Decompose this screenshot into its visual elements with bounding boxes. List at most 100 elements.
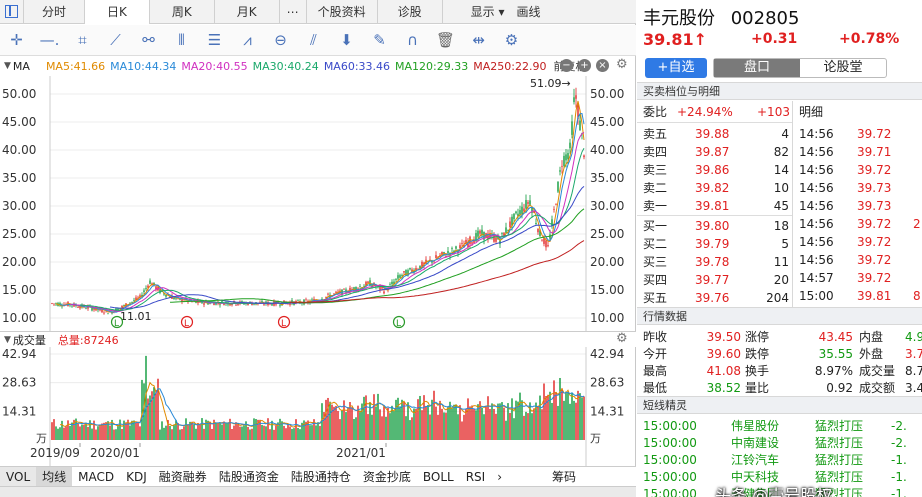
- ind-rsi[interactable]: RSI: [460, 467, 492, 487]
- candle-body: [97, 309, 99, 311]
- quote-value: 0.92: [826, 381, 853, 395]
- volume-bar: [573, 400, 575, 440]
- volume-bar: [405, 416, 407, 440]
- tick-time: 14:56: [799, 163, 834, 177]
- crosshair-icon[interactable]: ✛: [0, 31, 33, 49]
- volume-bar: [225, 422, 227, 440]
- volume-bar: [559, 377, 561, 440]
- price-change: +0.31: [751, 31, 798, 47]
- volume-bar: [465, 408, 467, 440]
- fan-icon[interactable]: ⟋: [99, 31, 132, 49]
- settings-icon[interactable]: ⚙: [495, 31, 528, 49]
- volume-bar: [109, 425, 111, 440]
- volume-bar: [265, 426, 267, 440]
- wave-icon[interactable]: ⩘: [231, 31, 264, 49]
- candle-body: [145, 288, 147, 289]
- volume-bar: [383, 406, 385, 440]
- volume-bar: [91, 428, 93, 440]
- volume-chart[interactable]: 42.94 42.9428.63 28.6314.31 14.31万 万2019/09 2…: [0, 347, 636, 466]
- tab-stock-profile[interactable]: 个股资料: [307, 0, 378, 24]
- magnet-icon[interactable]: ∩: [396, 31, 429, 49]
- ma-toggle-icon[interactable]: ▼: [4, 61, 11, 71]
- gear-icon[interactable]: ⚙: [616, 57, 628, 72]
- ind-hk-flow[interactable]: 陆股通资金: [213, 467, 285, 487]
- quote-label: 跌停: [745, 347, 770, 361]
- price-axis-label: 35.00: [2, 171, 36, 185]
- ind-ma[interactable]: 均线: [36, 466, 73, 487]
- ind-vol[interactable]: VOL: [0, 466, 37, 487]
- parallel-icon[interactable]: ⫴: [165, 31, 198, 49]
- circle-icon[interactable]: ⊖: [264, 31, 297, 49]
- ind-macd[interactable]: MACD: [72, 467, 120, 487]
- minus-button[interactable]: −: [560, 59, 573, 72]
- resize-icon[interactable]: ⇹: [462, 31, 495, 49]
- candle-body: [545, 240, 547, 248]
- tab-daily-k[interactable]: 日K: [85, 0, 150, 24]
- quote-value: 35.55: [818, 347, 853, 361]
- volume-axis-label-right: 42.94: [590, 347, 624, 361]
- tab-weekly-k[interactable]: 周K: [150, 0, 215, 24]
- ma-line: [59, 112, 585, 313]
- tab-fenshi[interactable]: 分时: [24, 0, 86, 24]
- volume-gear-icon[interactable]: ⚙: [616, 331, 628, 346]
- layout-toggle-icon[interactable]: [0, 0, 24, 24]
- crop-icon[interactable]: ⌗: [66, 31, 99, 49]
- volume-bar: [511, 398, 513, 440]
- ind-boll[interactable]: BOLL: [417, 467, 460, 487]
- volume-bar: [397, 397, 399, 440]
- fib-icon[interactable]: ⫽: [297, 31, 330, 49]
- candle-body: [93, 309, 95, 311]
- ind-kdj[interactable]: KDJ: [120, 467, 153, 487]
- volume-bar: [519, 392, 521, 440]
- arrow-down-icon[interactable]: ⬇: [330, 31, 363, 49]
- candle-body: [547, 245, 549, 247]
- volume-bar: [183, 426, 185, 440]
- ind-chips[interactable]: 筹码: [546, 467, 582, 487]
- ma10-label: MA10:44.34: [110, 59, 177, 73]
- display-dropdown[interactable]: 显示 ▾: [443, 0, 505, 24]
- volume-bar: [489, 408, 491, 440]
- tab-monthly-k[interactable]: 月K: [215, 0, 280, 24]
- add-watchlist-button[interactable]: +自选: [645, 58, 707, 78]
- ask-label: 卖四: [643, 145, 668, 159]
- volume-bar: [461, 421, 463, 440]
- volume-bar: [513, 418, 515, 440]
- candle-body: [221, 301, 223, 302]
- ind-hk-hold[interactable]: 陆股通持仓: [285, 467, 357, 487]
- volume-bar: [279, 418, 281, 440]
- trash-icon[interactable]: 🗑: [429, 31, 462, 49]
- view-switch: 盘口 论股堂: [713, 58, 887, 78]
- ind-margin[interactable]: 融资融券: [153, 467, 213, 487]
- volume-bar: [505, 420, 507, 440]
- volume-bar: [99, 424, 101, 440]
- ma-label: MA: [12, 59, 30, 73]
- line-icon[interactable]: —.: [33, 31, 66, 49]
- volume-bar: [141, 379, 143, 440]
- volume-bar: [239, 426, 241, 440]
- tab-draw-line[interactable]: 画线: [505, 0, 541, 24]
- tab-pankou[interactable]: 盘口: [714, 59, 800, 77]
- volume-bar: [541, 409, 543, 440]
- pen-icon[interactable]: ✎: [363, 31, 396, 49]
- close-button[interactable]: ×: [596, 59, 609, 72]
- candle-body: [521, 206, 523, 214]
- text-icon[interactable]: ☰: [198, 31, 231, 49]
- kline-chart[interactable]: 50.00 50.00 45.00 45.00 40.00 40.00 35.00 35.00…: [0, 76, 636, 331]
- ma-legend: ▼ MA MA5:41.66 MA10:44.34 MA20:40.55 MA3…: [0, 57, 636, 75]
- weibi-label: 委比: [643, 105, 668, 119]
- tab-diagnose[interactable]: 诊股: [378, 0, 443, 24]
- ma30-label: MA30:40.24: [252, 59, 319, 73]
- tab-forum[interactable]: 论股堂: [800, 59, 886, 77]
- candle-body: [263, 303, 265, 305]
- more-dots-button[interactable]: ⋯: [280, 0, 307, 24]
- volume-bar: [249, 429, 251, 440]
- volume-bar: [121, 428, 123, 440]
- price-axis-label-right: 35.00: [590, 171, 624, 185]
- volume-bar: [69, 425, 71, 440]
- plus-button[interactable]: +: [578, 59, 591, 72]
- volume-toggle-icon[interactable]: ▼: [4, 335, 11, 345]
- link-icon[interactable]: ⚯: [132, 31, 165, 49]
- candle-body: [505, 227, 507, 234]
- ind-next-arrow[interactable]: ›: [491, 467, 508, 487]
- ind-bottom-fish[interactable]: 资金抄底: [357, 467, 417, 487]
